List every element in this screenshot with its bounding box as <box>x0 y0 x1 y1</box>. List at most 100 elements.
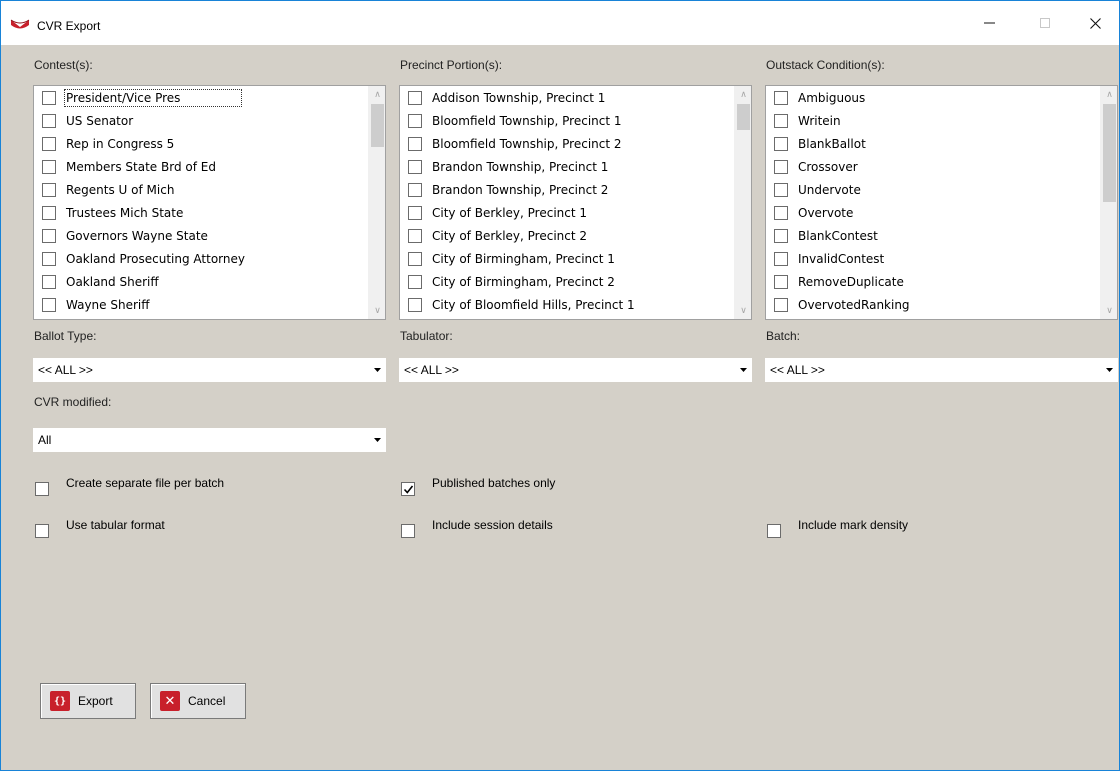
outstack-checkbox[interactable] <box>774 297 788 312</box>
contest-item[interactable]: Members State Brd of Ed <box>36 156 368 177</box>
outstack-checkbox[interactable] <box>774 228 788 243</box>
contest-item[interactable]: Rep in Congress 5 <box>36 133 368 154</box>
contest-item[interactable]: Governors Wayne State <box>36 225 368 246</box>
precinct-checkbox[interactable] <box>408 228 422 243</box>
session-details-checkbox[interactable] <box>401 524 415 538</box>
outstack-checkbox[interactable] <box>774 136 788 151</box>
outstack-item[interactable]: Ambiguous <box>768 87 1100 108</box>
outstack-checkbox[interactable] <box>774 90 788 105</box>
outstack-checkbox[interactable] <box>774 251 788 266</box>
scroll-thumb[interactable] <box>737 104 750 130</box>
outstack-checkbox[interactable] <box>774 113 788 128</box>
precinct-checkbox[interactable] <box>408 136 422 151</box>
precinct-item[interactable]: Bloomfield Township, Precinct 2 <box>402 133 734 154</box>
scroll-down-icon[interactable]: ∨ <box>1101 302 1117 319</box>
published-only-checkbox[interactable] <box>401 482 415 496</box>
precinct-checkbox[interactable] <box>408 205 422 220</box>
precinct-checkbox[interactable] <box>408 251 422 266</box>
export-button[interactable]: {} Export <box>40 683 136 719</box>
outstack-item[interactable]: InvalidContest <box>768 248 1100 269</box>
outstack-checkbox[interactable] <box>774 182 788 197</box>
contest-checkbox[interactable] <box>42 205 56 220</box>
precinct-checkbox[interactable] <box>408 113 422 128</box>
outstack-item[interactable]: OvervotedRanking <box>768 294 1100 315</box>
tabular-format-checkbox[interactable] <box>35 524 49 538</box>
contest-checkbox[interactable] <box>42 274 56 289</box>
mark-density-option[interactable]: Include mark density <box>767 518 908 538</box>
precinct-checkbox[interactable] <box>408 297 422 312</box>
precinct-item[interactable]: Bloomfield Township, Precinct 1 <box>402 110 734 131</box>
outstack-item[interactable]: Crossover <box>768 156 1100 177</box>
outstack-scrollbar[interactable]: ∧ ∨ <box>1100 86 1117 319</box>
scroll-up-icon[interactable]: ∧ <box>369 86 385 103</box>
published-only-option[interactable]: Published batches only <box>401 476 555 496</box>
precinct-checkbox[interactable] <box>408 182 422 197</box>
chevron-down-icon[interactable] <box>735 368 751 372</box>
scroll-up-icon[interactable]: ∧ <box>735 86 751 103</box>
separate-file-checkbox[interactable] <box>35 482 49 496</box>
precinct-item[interactable]: City of Berkley, Precinct 2 <box>402 225 734 246</box>
braces-icon: {} <box>50 691 70 711</box>
contests-scrollbar[interactable]: ∧ ∨ <box>368 86 385 319</box>
session-details-option[interactable]: Include session details <box>401 518 553 538</box>
outstack-item[interactable]: Writein <box>768 110 1100 131</box>
contest-checkbox[interactable] <box>42 113 56 128</box>
export-label: Export <box>78 694 113 708</box>
tabular-format-option[interactable]: Use tabular format <box>35 518 165 538</box>
contest-item[interactable]: US Senator <box>36 110 368 131</box>
contest-item[interactable]: Oakland Sheriff <box>36 271 368 292</box>
precincts-scrollbar[interactable]: ∧ ∨ <box>734 86 751 319</box>
contest-checkbox[interactable] <box>42 251 56 266</box>
precinct-item[interactable]: City of Birmingham, Precinct 2 <box>402 271 734 292</box>
outstack-listbox[interactable]: Ambiguous Writein BlankBallot Crossover … <box>765 85 1118 320</box>
scroll-thumb[interactable] <box>371 104 384 147</box>
outstack-item[interactable]: BlankContest <box>768 225 1100 246</box>
close-button[interactable] <box>1071 1 1119 45</box>
minimize-button[interactable] <box>965 1 1013 45</box>
batch-select[interactable]: << ALL >> <box>765 358 1118 382</box>
precinct-item[interactable]: City of Bloomfield Hills, Precinct 1 <box>402 294 734 315</box>
chevron-down-icon[interactable] <box>369 368 385 372</box>
contest-item[interactable]: President/Vice Pres <box>36 87 368 108</box>
cvr-modified-select[interactable]: All <box>33 428 386 452</box>
ballot-type-select[interactable]: << ALL >> <box>33 358 386 382</box>
tabulator-select[interactable]: << ALL >> <box>399 358 752 382</box>
precinct-item[interactable]: Brandon Township, Precinct 1 <box>402 156 734 177</box>
chevron-down-icon[interactable] <box>1101 368 1117 372</box>
contest-checkbox[interactable] <box>42 182 56 197</box>
contest-checkbox[interactable] <box>42 297 56 312</box>
precinct-item[interactable]: City of Berkley, Precinct 1 <box>402 202 734 223</box>
contest-item[interactable]: Trustees Mich State <box>36 202 368 223</box>
separate-file-option[interactable]: Create separate file per batch <box>35 476 224 496</box>
contest-checkbox[interactable] <box>42 159 56 174</box>
contest-checkbox[interactable] <box>42 228 56 243</box>
cancel-button[interactable]: ✕ Cancel <box>150 683 246 719</box>
scroll-down-icon[interactable]: ∨ <box>735 302 751 319</box>
scroll-down-icon[interactable]: ∨ <box>369 302 385 319</box>
outstack-checkbox[interactable] <box>774 274 788 289</box>
precinct-item[interactable]: City of Birmingham, Precinct 1 <box>402 248 734 269</box>
contests-listbox[interactable]: President/Vice Pres US Senator Rep in Co… <box>33 85 386 320</box>
contest-checkbox[interactable] <box>42 90 56 105</box>
contest-item[interactable]: Wayne Sheriff <box>36 294 368 315</box>
outstack-item[interactable]: Undervote <box>768 179 1100 200</box>
scroll-thumb[interactable] <box>1103 104 1116 202</box>
outstack-item[interactable]: RemoveDuplicate <box>768 271 1100 292</box>
mark-density-checkbox[interactable] <box>767 524 781 538</box>
contest-item[interactable]: Regents U of Mich <box>36 179 368 200</box>
precinct-item[interactable]: Addison Township, Precinct 1 <box>402 87 734 108</box>
precinct-checkbox[interactable] <box>408 159 422 174</box>
maximize-button[interactable] <box>1021 1 1069 45</box>
outstack-item[interactable]: BlankBallot <box>768 133 1100 154</box>
precinct-checkbox[interactable] <box>408 274 422 289</box>
outstack-checkbox[interactable] <box>774 159 788 174</box>
contest-item[interactable]: Oakland Prosecuting Attorney <box>36 248 368 269</box>
precinct-item[interactable]: Brandon Township, Precinct 2 <box>402 179 734 200</box>
chevron-down-icon[interactable] <box>369 438 385 442</box>
contest-checkbox[interactable] <box>42 136 56 151</box>
outstack-checkbox[interactable] <box>774 205 788 220</box>
precinct-checkbox[interactable] <box>408 90 422 105</box>
scroll-up-icon[interactable]: ∧ <box>1101 86 1117 103</box>
precincts-listbox[interactable]: Addison Township, Precinct 1 Bloomfield … <box>399 85 752 320</box>
outstack-item[interactable]: Overvote <box>768 202 1100 223</box>
